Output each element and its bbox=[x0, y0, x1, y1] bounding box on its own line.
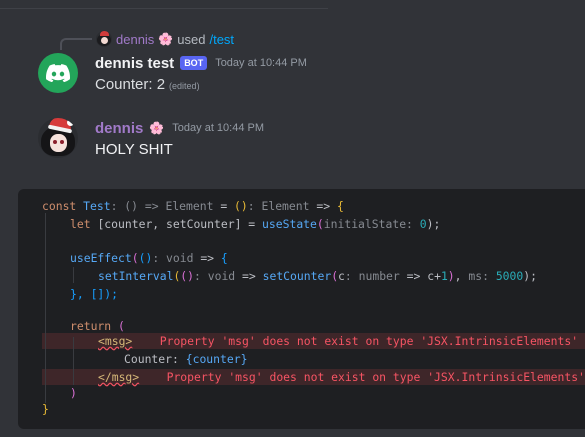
reply-avatar[interactable] bbox=[96, 31, 112, 47]
user-message-text: HOLY SHIT bbox=[95, 141, 173, 158]
user-timestamp[interactable]: Today at 10:44 PM bbox=[172, 122, 264, 134]
code-line-11: </msg> Property 'msg' does not exist on … bbox=[98, 370, 585, 384]
indent-guide bbox=[45, 213, 46, 403]
cherry-blossom-icon: 🌸 bbox=[149, 121, 165, 135]
chat-view: dennis 🌸 used /test dennis test BOT Toda… bbox=[0, 0, 585, 437]
indent-guide bbox=[73, 337, 74, 385]
code-line-1: const Test: () => Element = (): Element … bbox=[42, 199, 344, 213]
cherry-blossom-icon: 🌸 bbox=[158, 32, 174, 46]
bot-message-text: Counter: 2 bbox=[95, 76, 166, 93]
reply-spine bbox=[60, 38, 92, 50]
discord-logo-icon bbox=[46, 64, 70, 82]
inline-error-message: Property 'msg' does not exist on type 'J… bbox=[166, 370, 585, 384]
slash-command-link[interactable]: /test bbox=[209, 32, 234, 47]
bot-avatar[interactable] bbox=[38, 53, 78, 93]
bot-timestamp[interactable]: Today at 10:44 PM bbox=[215, 57, 307, 69]
user-message-header: dennis 🌸 Today at 10:44 PM bbox=[95, 118, 264, 138]
inline-error-message: Property 'msg' does not exist on type 'J… bbox=[159, 334, 579, 348]
bot-message-header: dennis test BOT Today at 10:44 PM bbox=[95, 53, 307, 73]
code-line-12: ) bbox=[70, 386, 77, 400]
bot-username[interactable]: dennis test bbox=[95, 55, 174, 72]
code-line-9: <msg> Property 'msg' does not exist on t… bbox=[98, 334, 579, 348]
code-line-8: return ( bbox=[70, 319, 125, 333]
bot-badge: BOT bbox=[180, 56, 208, 70]
message-divider bbox=[0, 8, 328, 9]
code-screenshot-attachment[interactable]: const Test: () => Element = (): Element … bbox=[18, 189, 585, 429]
reply-context[interactable]: dennis 🌸 used /test bbox=[96, 30, 234, 48]
indent-guide bbox=[73, 267, 74, 283]
reply-used-text: used bbox=[177, 31, 206, 47]
code-line-13: } bbox=[42, 402, 49, 416]
bot-message-content: Counter: 2 (edited) bbox=[95, 76, 200, 93]
code-line-4: useEffect((): void => { bbox=[70, 251, 228, 265]
code-line-2: let [counter, setCounter] = useState(ini… bbox=[70, 217, 441, 231]
code-line-6: }, []); bbox=[70, 287, 119, 301]
code-line-5: setInterval((): void => setCounter(c: nu… bbox=[98, 269, 537, 283]
edited-label: (edited) bbox=[169, 81, 200, 91]
user-avatar[interactable] bbox=[38, 118, 78, 158]
code-line-10: Counter: {counter} bbox=[124, 352, 248, 366]
user-username[interactable]: dennis bbox=[95, 120, 143, 137]
reply-author-name[interactable]: dennis bbox=[116, 32, 154, 47]
